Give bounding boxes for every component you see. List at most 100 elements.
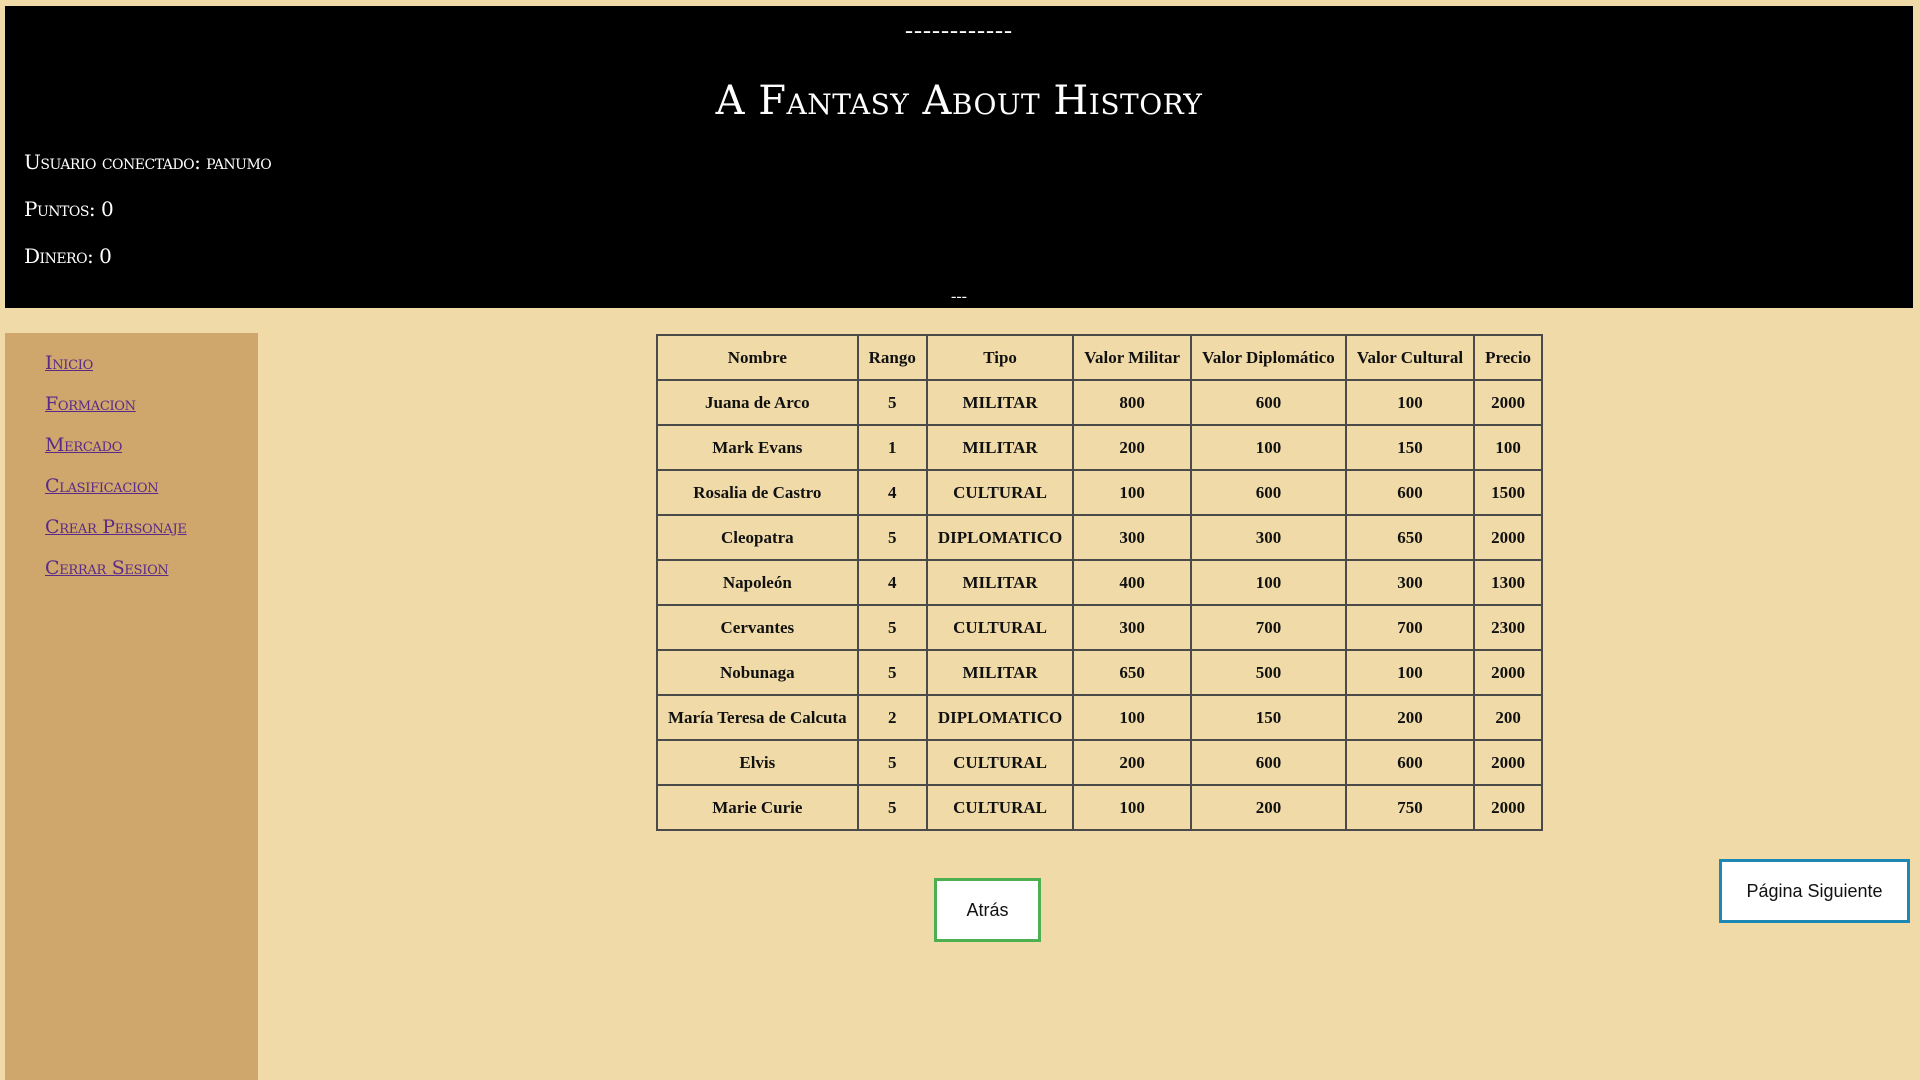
- cell-valor-militar: 100: [1072, 784, 1193, 831]
- column-header-valor-diplomatico: Valor Diplomático: [1190, 334, 1347, 381]
- money-label: Dinero: 0: [24, 244, 112, 268]
- cell-valor-militar: 800: [1072, 379, 1193, 426]
- cell-valor-diplomatico: 600: [1190, 469, 1347, 516]
- table-row[interactable]: Elvis 5 CULTURAL 200 600 600 2000: [656, 739, 1544, 786]
- cell-rango: 1: [856, 424, 928, 471]
- cell-valor-diplomatico: 600: [1190, 739, 1347, 786]
- nav-link-mercado[interactable]: Mercado: [45, 434, 122, 456]
- header-bottom-marker: ---: [951, 288, 967, 305]
- cell-valor-militar: 200: [1072, 739, 1193, 786]
- cell-valor-militar: 100: [1072, 694, 1193, 741]
- column-header-valor-militar: Valor Militar: [1072, 334, 1193, 381]
- sidebar: Inicio Formacion Mercado Clasificacion C…: [5, 333, 258, 1080]
- sidebar-item: Cerrar Sesion: [45, 556, 258, 581]
- cell-rango: 4: [856, 469, 928, 516]
- table-row[interactable]: María Teresa de Calcuta 2 DIPLOMATICO 10…: [656, 694, 1544, 741]
- cell-precio: 100: [1473, 424, 1544, 471]
- column-header-tipo: Tipo: [925, 334, 1075, 381]
- header-banner: ------------ A Fantasy About History Usu…: [5, 6, 1913, 308]
- cell-valor-diplomatico: 500: [1190, 649, 1347, 696]
- cell-tipo: CULTURAL: [925, 469, 1075, 516]
- market-table: Nombre Rango Tipo Valor Militar Valor Di…: [656, 334, 1544, 831]
- table-row[interactable]: Cervantes 5 CULTURAL 300 700 700 2300: [656, 604, 1544, 651]
- sidebar-item: Clasificacion: [45, 474, 258, 499]
- cell-valor-militar: 300: [1072, 604, 1193, 651]
- cell-precio: 2000: [1473, 784, 1544, 831]
- cell-valor-cultural: 100: [1344, 649, 1476, 696]
- cell-precio: 2300: [1473, 604, 1544, 651]
- nav-link-clasificacion[interactable]: Clasificacion: [45, 475, 159, 497]
- cell-rango: 5: [856, 739, 928, 786]
- cell-nombre: Cleopatra: [656, 514, 859, 561]
- sidebar-item: Crear Personaje: [45, 515, 258, 540]
- cell-nombre: María Teresa de Calcuta: [656, 694, 859, 741]
- cell-valor-diplomatico: 200: [1190, 784, 1347, 831]
- column-header-rango: Rango: [856, 334, 928, 381]
- cell-valor-diplomatico: 700: [1190, 604, 1347, 651]
- cell-nombre: Marie Curie: [656, 784, 859, 831]
- cell-valor-cultural: 750: [1344, 784, 1476, 831]
- cell-precio: 2000: [1473, 739, 1544, 786]
- cell-precio: 1500: [1473, 469, 1544, 516]
- table-row[interactable]: Rosalia de Castro 4 CULTURAL 100 600 600…: [656, 469, 1544, 516]
- cell-tipo: MILITAR: [925, 649, 1075, 696]
- column-header-nombre: Nombre: [656, 334, 859, 381]
- cell-valor-diplomatico: 300: [1190, 514, 1347, 561]
- cell-valor-cultural: 300: [1344, 559, 1476, 606]
- cell-valor-militar: 400: [1072, 559, 1193, 606]
- nav-link-cerrar-sesion[interactable]: Cerrar Sesion: [45, 557, 169, 579]
- cell-valor-cultural: 150: [1344, 424, 1476, 471]
- cell-rango: 5: [856, 514, 928, 561]
- cell-valor-militar: 650: [1072, 649, 1193, 696]
- cell-valor-cultural: 200: [1344, 694, 1476, 741]
- table-row[interactable]: Mark Evans 1 MILITAR 200 100 150 100: [656, 424, 1544, 471]
- cell-nombre: Elvis: [656, 739, 859, 786]
- next-page-button[interactable]: Página Siguiente: [1719, 859, 1910, 923]
- table-row[interactable]: Marie Curie 5 CULTURAL 100 200 750 2000: [656, 784, 1544, 831]
- cell-valor-militar: 100: [1072, 469, 1193, 516]
- cell-valor-cultural: 700: [1344, 604, 1476, 651]
- nav-link-inicio[interactable]: Inicio: [45, 352, 93, 374]
- table-row[interactable]: Cleopatra 5 DIPLOMATICO 300 300 650 2000: [656, 514, 1544, 561]
- cell-nombre: Juana de Arco: [656, 379, 859, 426]
- table-body: Juana de Arco 5 MILITAR 800 600 100 2000…: [656, 379, 1544, 831]
- cell-valor-diplomatico: 600: [1190, 379, 1347, 426]
- cell-precio: 1300: [1473, 559, 1544, 606]
- cell-valor-cultural: 650: [1344, 514, 1476, 561]
- cell-rango: 5: [856, 379, 928, 426]
- cell-valor-cultural: 600: [1344, 469, 1476, 516]
- cell-precio: 2000: [1473, 514, 1544, 561]
- cell-precio: 2000: [1473, 649, 1544, 696]
- cell-tipo: MILITAR: [925, 379, 1075, 426]
- table-row[interactable]: Juana de Arco 5 MILITAR 800 600 100 2000: [656, 379, 1544, 426]
- header-dashes: ------------: [905, 18, 1013, 44]
- cell-tipo: MILITAR: [925, 559, 1075, 606]
- cell-nombre: Napoleón: [656, 559, 859, 606]
- cell-nombre: Cervantes: [656, 604, 859, 651]
- cell-rango: 5: [856, 649, 928, 696]
- sidebar-nav: Inicio Formacion Mercado Clasificacion C…: [5, 333, 258, 581]
- cell-valor-diplomatico: 100: [1190, 559, 1347, 606]
- cell-precio: 2000: [1473, 379, 1544, 426]
- cell-rango: 5: [856, 784, 928, 831]
- sidebar-item: Mercado: [45, 433, 258, 458]
- cell-nombre: Nobunaga: [656, 649, 859, 696]
- nav-link-crear-personaje[interactable]: Crear Personaje: [45, 516, 187, 538]
- cell-nombre: Mark Evans: [656, 424, 859, 471]
- cell-tipo: DIPLOMATICO: [925, 694, 1075, 741]
- table-row[interactable]: Napoleón 4 MILITAR 400 100 300 1300: [656, 559, 1544, 606]
- cell-valor-cultural: 600: [1344, 739, 1476, 786]
- cell-rango: 5: [856, 604, 928, 651]
- sidebar-item: Inicio: [45, 351, 258, 376]
- nav-link-formacion[interactable]: Formacion: [45, 393, 136, 415]
- cell-precio: 200: [1473, 694, 1544, 741]
- cell-tipo: CULTURAL: [925, 604, 1075, 651]
- cell-nombre: Rosalia de Castro: [656, 469, 859, 516]
- cell-tipo: CULTURAL: [925, 784, 1075, 831]
- points-label: Puntos: 0: [24, 197, 114, 221]
- cell-valor-militar: 200: [1072, 424, 1193, 471]
- table-row[interactable]: Nobunaga 5 MILITAR 650 500 100 2000: [656, 649, 1544, 696]
- back-button[interactable]: Atrás: [934, 878, 1041, 942]
- cell-valor-cultural: 100: [1344, 379, 1476, 426]
- page-title: A Fantasy About History: [715, 78, 1203, 124]
